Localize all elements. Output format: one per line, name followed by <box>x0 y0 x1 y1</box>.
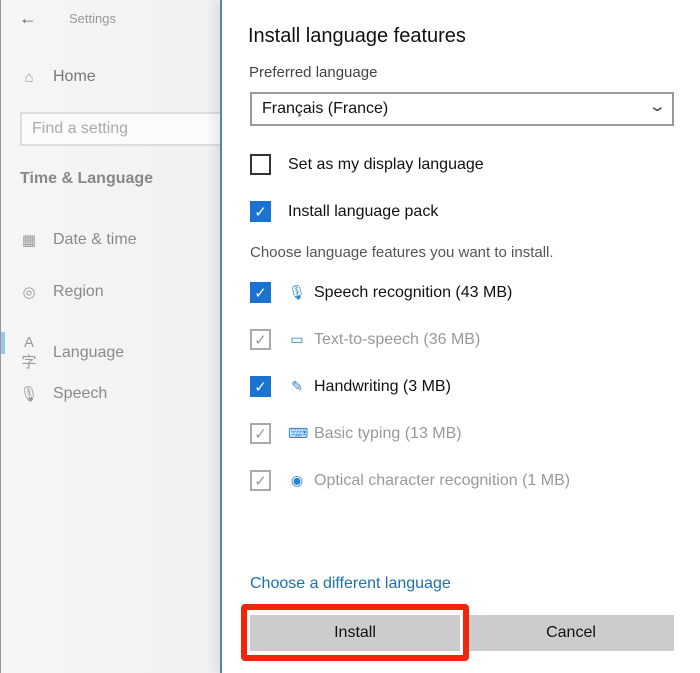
checkbox-checked-icon[interactable]: ✓ <box>250 376 271 397</box>
app-title: Settings <box>69 11 116 26</box>
microphone-icon: 🎙︎ <box>19 386 39 403</box>
preferred-language-label: Preferred language <box>249 64 378 81</box>
feature-handwriting[interactable]: ✓ ✎ Handwriting (3 MB) <box>250 376 451 397</box>
preferred-language-dropdown[interactable]: Français (France) ⌄ <box>250 92 674 126</box>
option-label: Install language pack <box>288 202 439 220</box>
features-caption: Choose language features you want to ins… <box>250 244 554 261</box>
cancel-button[interactable]: Cancel <box>468 615 674 651</box>
nav-language[interactable]: A字 Language <box>19 334 124 372</box>
display-language-checkbox[interactable]: Set as my display language <box>250 154 484 175</box>
checkbox-disabled-icon: ✓ <box>250 470 271 491</box>
selected-indicator <box>1 332 5 354</box>
checkbox-checked-icon[interactable]: ✓ <box>250 282 271 303</box>
section-heading: Time & Language <box>20 170 154 187</box>
webcam-icon: ◉ <box>290 472 304 488</box>
nav-home[interactable]: ⌂ Home <box>19 68 96 86</box>
speech-bubble-monitor-icon: ▭ <box>290 331 304 347</box>
feature-label: Text-to-speech (36 MB) <box>314 330 481 348</box>
checkbox-checked-icon[interactable]: ✓ <box>250 201 271 222</box>
chevron-down-icon: ⌄ <box>648 98 668 115</box>
pen-icon: ✎ <box>291 378 303 394</box>
nav-label: Region <box>53 283 104 300</box>
nav-speech[interactable]: 🎙︎ Speech <box>19 385 107 403</box>
back-arrow-icon[interactable]: ← <box>19 8 37 29</box>
nav-region[interactable]: ◎ Region <box>19 283 104 301</box>
choose-different-language-link[interactable]: Choose a different language <box>250 575 451 593</box>
install-language-dialog: Install language features Preferred lang… <box>220 0 700 673</box>
feature-basic-typing: ✓ ⌨ Basic typing (13 MB) <box>250 423 462 444</box>
globe-icon: ◎ <box>22 284 36 301</box>
feature-ocr: ✓ ◉ Optical character recognition (1 MB) <box>250 470 570 491</box>
keyboard-icon: ⌨ <box>288 425 309 441</box>
settings-sidebar: ← Settings ⌂ Home Find a setting Time & L… <box>0 0 230 673</box>
feature-label: Speech recognition (43 MB) <box>314 283 513 301</box>
checkbox-disabled-icon: ✓ <box>250 423 271 444</box>
search-input[interactable]: Find a setting <box>20 112 230 146</box>
nav-date-time[interactable]: ▦ Date & time <box>19 231 137 249</box>
checkbox-disabled-icon: ✓ <box>250 329 271 350</box>
feature-text-to-speech: ✓ ▭ Text-to-speech (36 MB) <box>250 329 480 350</box>
microphone-icon: 🎙︎ <box>288 284 306 300</box>
checkbox-unchecked[interactable] <box>250 154 271 175</box>
feature-label: Handwriting (3 MB) <box>314 377 451 395</box>
nav-label: Language <box>53 344 125 361</box>
nav-home-label: Home <box>53 68 96 85</box>
nav-label: Speech <box>53 385 108 402</box>
nav-label: Date & time <box>53 231 137 248</box>
dialog-title: Install language features <box>248 25 466 47</box>
dropdown-value: Français (France) <box>262 100 389 117</box>
home-icon: ⌂ <box>24 68 34 86</box>
feature-label: Basic typing (13 MB) <box>314 424 462 442</box>
feature-label: Optical character recognition (1 MB) <box>314 471 571 489</box>
language-icon: A字 <box>21 334 37 371</box>
option-label: Set as my display language <box>288 155 484 173</box>
install-highlight-box <box>241 604 469 661</box>
calendar-clock-icon: ▦ <box>21 232 37 249</box>
feature-speech-recognition[interactable]: ✓ 🎙︎ Speech recognition (43 MB) <box>250 282 512 303</box>
language-pack-checkbox[interactable]: ✓ Install language pack <box>250 201 438 222</box>
